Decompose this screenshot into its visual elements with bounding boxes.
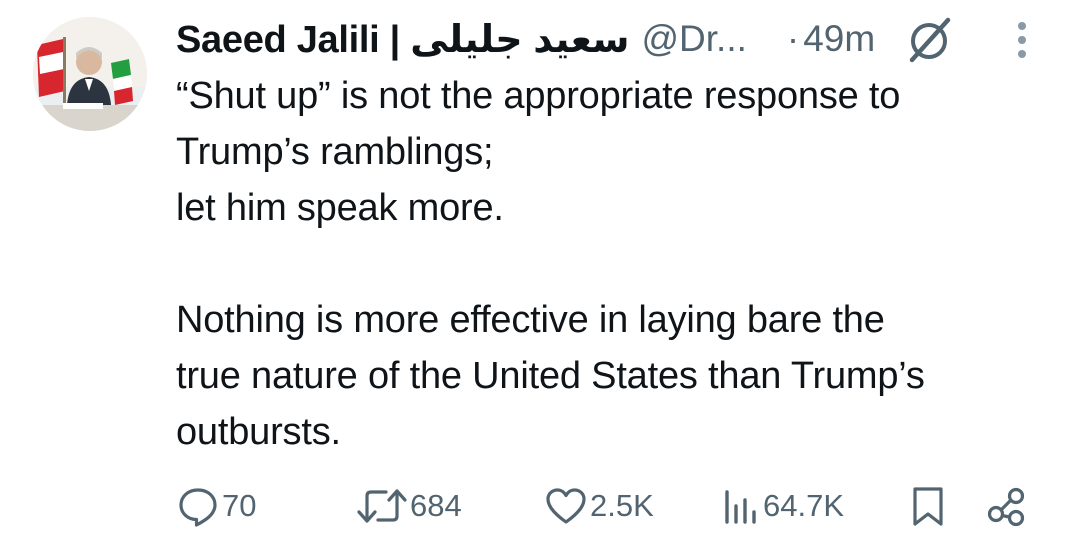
reply-button[interactable]: 70 xyxy=(176,478,256,534)
timestamp[interactable]: 49m xyxy=(803,18,875,60)
bar-chart-icon xyxy=(725,490,756,524)
tweet-header: Saeed Jalili | سعيد جليلى @Dr... · 49m xyxy=(176,12,875,66)
tweet-line: true nature of the United States than Tr… xyxy=(176,355,925,397)
separator-dot: · xyxy=(786,18,800,59)
like-count: 2.5K xyxy=(590,488,654,523)
tweet-line: let him speak more. xyxy=(176,187,504,229)
share-nodes-icon xyxy=(987,487,1025,527)
view-count: 64.7K xyxy=(763,488,845,523)
like-button[interactable]: 2.5K xyxy=(544,478,654,534)
tweet-line: “Shut up” is not the appropriate respons… xyxy=(176,75,901,117)
share-button[interactable] xyxy=(984,478,1030,534)
avatar[interactable] xyxy=(33,17,147,131)
tweet-text: “Shut up” is not the appropriate respons… xyxy=(176,68,1056,460)
vertical-dots-icon[interactable] xyxy=(1014,20,1030,60)
reply-count: 70 xyxy=(222,488,257,523)
tweet-line-blank xyxy=(176,236,1056,292)
tweet-card: Saeed Jalili | سعيد جليلى @Dr... · 49m “… xyxy=(0,0,1080,552)
repost-button[interactable]: 684 xyxy=(356,478,462,534)
comment-bubble-icon xyxy=(179,488,217,527)
bookmark-icon xyxy=(913,487,943,526)
tweet-line: Trump’s ramblings; xyxy=(176,131,494,173)
user-handle[interactable]: @Dr... xyxy=(641,18,746,60)
bookmark-button[interactable] xyxy=(908,478,950,534)
grok-slash-icon[interactable] xyxy=(902,16,956,64)
tweet-line: outbursts. xyxy=(176,411,341,453)
display-name[interactable]: Saeed Jalili | سعيد جليلى xyxy=(176,17,630,62)
tweet-line: Nothing is more effective in laying bare… xyxy=(176,299,885,341)
repost-arrows-icon xyxy=(357,489,407,523)
heart-icon xyxy=(546,488,586,524)
action-bar: 70 684 2.5K 64.7K xyxy=(176,478,1036,534)
views-button[interactable]: 64.7K xyxy=(721,478,844,534)
repost-count: 684 xyxy=(410,488,462,523)
